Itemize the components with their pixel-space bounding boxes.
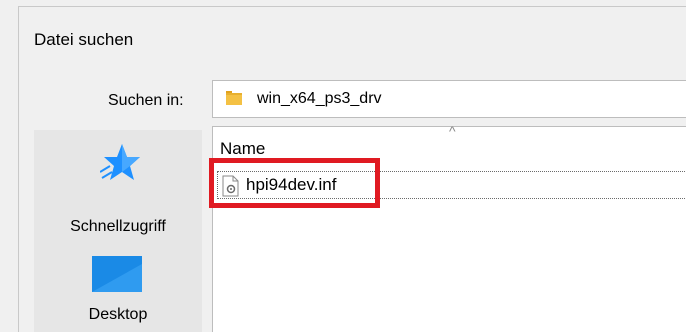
file-open-dialog: Datei suchen Suchen in: win_x64_ps3_drv …	[0, 0, 686, 332]
place-label-desktop: Desktop	[88, 306, 148, 323]
place-label-quick-access: Schnellzugriff	[70, 218, 166, 235]
folder-icon	[226, 91, 242, 105]
look-in-value: win_x64_ps3_drv	[257, 90, 382, 107]
dialog-title: Datei suchen	[34, 30, 134, 49]
place-desktop[interactable]: Desktop	[34, 246, 202, 332]
look-in-label: Suchen in:	[108, 92, 184, 109]
look-in-dropdown[interactable]: win_x64_ps3_drv	[212, 80, 686, 118]
window-border-left	[18, 6, 19, 332]
column-header-name[interactable]: Name	[220, 139, 265, 159]
file-list[interactable]: ^ Name hpi94dev.inf	[212, 123, 686, 332]
places-bar: Schnellzugriff Desktop	[34, 130, 202, 332]
sort-ascending-icon: ^	[449, 123, 456, 139]
window-border-top	[18, 6, 686, 7]
desktop-icon	[92, 256, 142, 292]
quick-access-star-icon	[100, 144, 140, 180]
highlight-annotation	[209, 158, 380, 208]
place-quick-access[interactable]: Schnellzugriff	[34, 142, 202, 240]
